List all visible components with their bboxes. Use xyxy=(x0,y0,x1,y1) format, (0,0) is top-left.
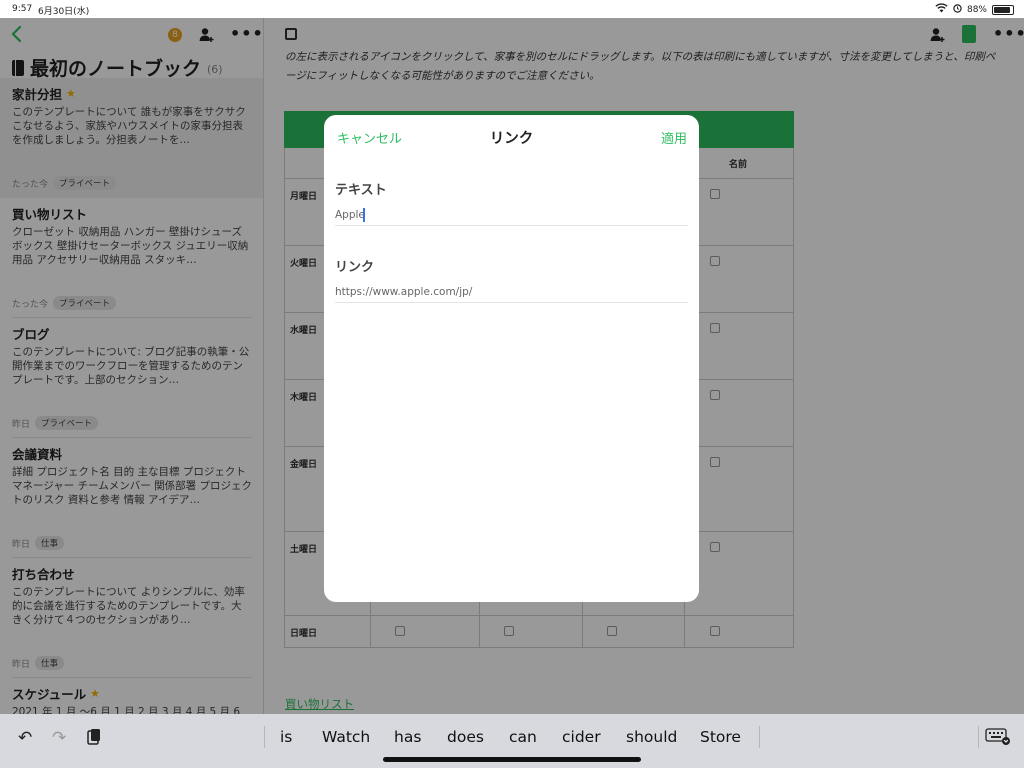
suggestion-item[interactable]: can xyxy=(509,728,537,746)
suggestion-item[interactable]: does xyxy=(447,728,484,746)
wifi-icon xyxy=(935,3,948,16)
suggestion-item[interactable]: Watch xyxy=(322,728,370,746)
suggestion-item[interactable]: Store xyxy=(700,728,741,746)
status-time: 9:57 xyxy=(12,4,33,14)
battery-fill xyxy=(994,6,1010,13)
link-text-input[interactable] xyxy=(335,204,688,226)
undo-icon[interactable]: ↶ xyxy=(18,728,32,748)
status-bar: 9:57 6月30日(水) 88% xyxy=(0,0,1024,18)
battery-icon xyxy=(992,4,1014,15)
divider xyxy=(264,726,265,748)
suggestion-item[interactable]: cider xyxy=(562,728,601,746)
link-dialog: リンク キャンセル 適用 テキスト リンク xyxy=(324,115,699,602)
divider xyxy=(759,726,760,748)
apply-button[interactable]: 適用 xyxy=(661,128,687,147)
keyboard-hide-icon[interactable] xyxy=(985,728,1011,746)
suggestion-item[interactable]: is xyxy=(280,728,292,746)
alarm-icon xyxy=(953,3,962,16)
suggestion-item[interactable]: should xyxy=(626,728,677,746)
link-field-label: リンク xyxy=(335,260,375,275)
link-url-input[interactable] xyxy=(335,281,688,303)
paste-icon[interactable] xyxy=(86,728,102,751)
redo-icon[interactable]: ↷ xyxy=(52,728,66,748)
battery-percent: 88% xyxy=(966,4,987,15)
cancel-button[interactable]: キャンセル xyxy=(337,128,402,147)
home-indicator xyxy=(383,757,641,762)
divider xyxy=(978,726,979,748)
status-right: 88% xyxy=(935,3,1014,16)
status-date: 6月30日(水) xyxy=(38,7,90,17)
text-caret xyxy=(363,208,365,222)
text-field-label: テキスト xyxy=(335,183,387,198)
suggestion-item[interactable]: has xyxy=(394,728,421,746)
